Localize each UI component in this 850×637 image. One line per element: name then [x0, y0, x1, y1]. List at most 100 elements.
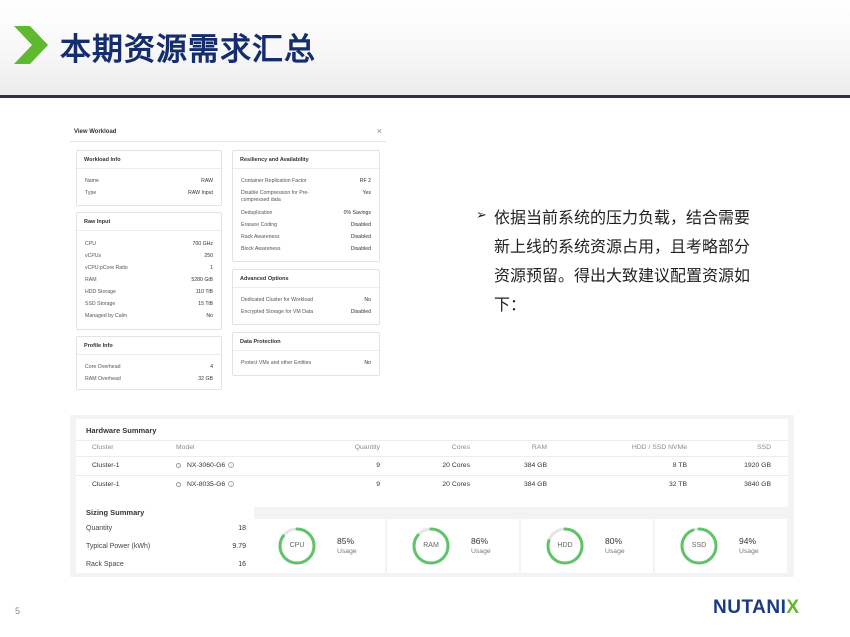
- kv-row: vCPUs 250: [85, 253, 213, 261]
- kv-row: Typical Power (kWh) 9.79: [86, 543, 246, 553]
- kv-value: 4: [210, 364, 213, 370]
- kv-key: Deduplication: [241, 210, 273, 216]
- kv-row: Protect VMs and other Entities No: [241, 360, 371, 368]
- kv-value: No: [206, 313, 213, 319]
- kv-key: Container Replication Factor: [241, 178, 307, 184]
- model-name: NX-8035-G6: [187, 481, 226, 488]
- col-header-model: Model: [176, 444, 195, 451]
- kv-value: No: [364, 297, 371, 303]
- kv-key: Name: [85, 178, 99, 184]
- kv-value: 0% Savings: [343, 210, 371, 216]
- ssd-usage-gauge: SSD 94% Usage: [655, 519, 787, 573]
- radio-icon[interactable]: [176, 462, 181, 468]
- col-header-hdd: HDD / SSD NVMe: [631, 444, 687, 451]
- kv-row: Rack Space 16: [86, 561, 246, 571]
- kv-row: Managed by Calm No: [85, 313, 213, 321]
- col-header-ssd: SSD: [757, 444, 771, 451]
- kv-value: 5280 GiB: [191, 277, 213, 283]
- divider: [76, 456, 788, 457]
- data-protection-card: Data Protection Protect VMs and other En…: [232, 332, 380, 376]
- kv-row: Quantity 18: [86, 525, 246, 535]
- kv-value: 9.79: [232, 543, 246, 550]
- radio-icon[interactable]: [176, 481, 181, 487]
- sizing-summary-title: Sizing Summary: [86, 508, 145, 517]
- hardware-summary-card: Hardware Summary Cluster Model Quantity …: [76, 419, 788, 507]
- page-number: 5: [15, 606, 21, 616]
- card-title: Advanced Options: [240, 276, 289, 282]
- kv-row: CPU 700 GHz: [85, 241, 213, 249]
- cell-hdd: 8 TB: [672, 462, 687, 469]
- cell-ssd: 1920 GB: [744, 462, 771, 469]
- col-header-quantity: Quantity: [354, 444, 380, 451]
- kv-key: Dedicated Cluster for Workload: [241, 297, 313, 303]
- workload-panel-title: View Workload: [74, 129, 117, 135]
- col-header-ram: RAM: [531, 444, 547, 451]
- kv-value: RAW: [201, 178, 213, 184]
- cell-ram: 384 GB: [523, 462, 547, 469]
- gauge-percent: 94%: [739, 536, 757, 546]
- kv-key: Managed by Calm: [85, 313, 128, 319]
- kv-key: Rack Space: [86, 561, 124, 568]
- kv-key: Erasure Coding: [241, 222, 278, 228]
- kv-value: 16: [238, 561, 246, 568]
- kv-value: 1: [210, 265, 213, 271]
- cell-quantity: 9: [376, 462, 380, 469]
- kv-row: HDD Storage 110 TiB: [85, 289, 213, 297]
- kv-row: vCPU:pCore Ratio 1: [85, 265, 213, 273]
- kv-key: Block Awareness: [241, 246, 281, 252]
- cell-cluster: Cluster-1: [92, 481, 120, 488]
- kv-key: Core Overhead: [85, 364, 121, 370]
- sizing-summary-card: Sizing Summary Quantity 18 Typical Power …: [76, 501, 254, 573]
- gauge-percent: 85%: [337, 536, 355, 546]
- kv-value: Disabled: [350, 309, 371, 315]
- kv-value: 250: [204, 253, 213, 259]
- hardware-summary-title: Hardware Summary: [86, 426, 157, 435]
- card-title: Raw Input: [84, 219, 111, 225]
- card-title: Data Protection: [240, 339, 281, 345]
- divider: [76, 440, 788, 441]
- kv-row: Core Overhead 4: [85, 364, 213, 372]
- kv-key: RAM Overhead: [85, 376, 121, 382]
- cell-quantity: 9: [376, 481, 380, 488]
- cpu-usage-gauge: CPU 85% Usage: [253, 519, 385, 573]
- slide-title: 本期资源需求汇总: [60, 32, 316, 68]
- logo-text: NUTANI: [713, 597, 787, 618]
- kv-row: SSD Storage 15 TiB: [85, 301, 213, 309]
- kv-row: Name RAW: [85, 178, 213, 186]
- info-icon[interactable]: i: [228, 462, 235, 469]
- divider: [76, 475, 788, 476]
- gauge-label: HDD: [557, 542, 573, 549]
- card-title: Profile Info: [84, 343, 113, 349]
- profile-info-card: Profile Info Core Overhead 4 RAM Overhead…: [76, 336, 222, 390]
- slide-header: 本期资源需求汇总: [0, 0, 850, 96]
- kv-key: Disable Compression for Pre-compressed d…: [241, 190, 310, 203]
- gauge-label: CPU: [289, 542, 305, 549]
- kv-value: Disabled: [350, 246, 371, 252]
- kv-key: SSD Storage: [85, 301, 116, 307]
- hdd-usage-gauge: HDD 80% Usage: [521, 519, 653, 573]
- cell-ssd: 3840 GB: [744, 481, 771, 488]
- cell-cluster: Cluster-1: [92, 462, 120, 469]
- kv-key: vCPU:pCore Ratio: [85, 265, 128, 271]
- cell-cores: 20 Cores: [442, 462, 470, 469]
- logo-x: X: [786, 597, 800, 618]
- info-icon[interactable]: i: [228, 481, 235, 488]
- kv-row: Encrypted Storage for VM Data Disabled: [241, 309, 371, 317]
- card-divider: [233, 287, 379, 288]
- kv-key: HDD Storage: [85, 289, 116, 295]
- kv-row: Rack Awareness Disabled: [241, 234, 371, 242]
- view-workload-panel: View Workload × Workload Info Name RAW Ty…: [70, 124, 386, 390]
- cell-model: NX-8035-G6 i: [176, 481, 235, 488]
- card-divider: [77, 354, 221, 355]
- kv-key: Encrypted Storage for VM Data: [241, 309, 314, 315]
- gauge-label: RAM: [423, 542, 439, 549]
- kv-row: Dedicated Cluster for Workload No: [241, 297, 371, 305]
- bullet-text: 依据当前系统的压力负载，结合需要新上线的系统资源占用，且考略部分资源预留。得出大…: [494, 208, 751, 314]
- kv-value: Yes: [362, 190, 371, 196]
- raw-input-card: Raw Input CPU 700 GHz vCPUs 250 vCPU:pCore…: [76, 212, 222, 330]
- card-title: Resiliency and Availability: [240, 157, 309, 163]
- close-icon[interactable]: ×: [377, 126, 382, 136]
- hardware-summary-panel: Hardware Summary Cluster Model Quantity …: [70, 415, 794, 577]
- gauge-percent: 86%: [471, 536, 489, 546]
- kv-value: 110 TiB: [195, 289, 213, 295]
